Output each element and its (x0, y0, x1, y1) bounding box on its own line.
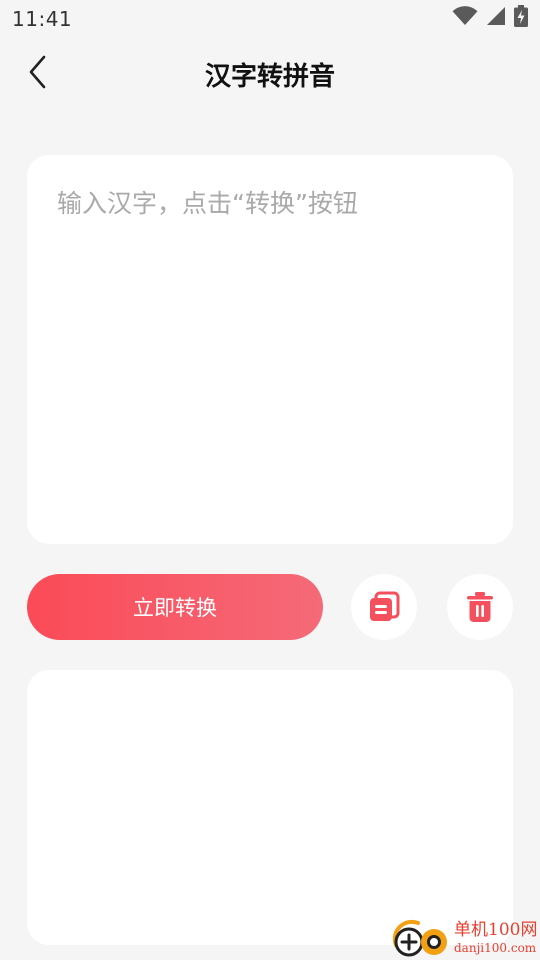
nav-bar: 汉字转拼音 (0, 44, 540, 100)
status-bar: 11:41 (0, 0, 540, 36)
pinyin-output-card (27, 670, 513, 945)
copy-icon (370, 591, 400, 621)
input-card (27, 155, 513, 544)
watermark-name: 单机100网 (454, 919, 538, 940)
wifi-icon (452, 6, 478, 30)
trash-icon (467, 592, 493, 622)
watermark-url: danji100.com (454, 940, 537, 955)
delete-button[interactable] (447, 574, 513, 640)
watermark: 单机100网 danji100.com (390, 915, 540, 960)
chinese-text-input[interactable] (27, 155, 513, 544)
convert-button[interactable]: 立即转换 (27, 574, 323, 640)
page-title: 汉字转拼音 (204, 62, 335, 92)
status-icons (452, 5, 528, 31)
convert-button-label: 立即转换 (133, 596, 217, 620)
battery-icon (514, 5, 528, 31)
copy-button[interactable] (351, 574, 417, 640)
status-time: 11:41 (12, 7, 73, 31)
signal-icon (486, 6, 506, 30)
watermark-logo-icon (392, 919, 447, 957)
